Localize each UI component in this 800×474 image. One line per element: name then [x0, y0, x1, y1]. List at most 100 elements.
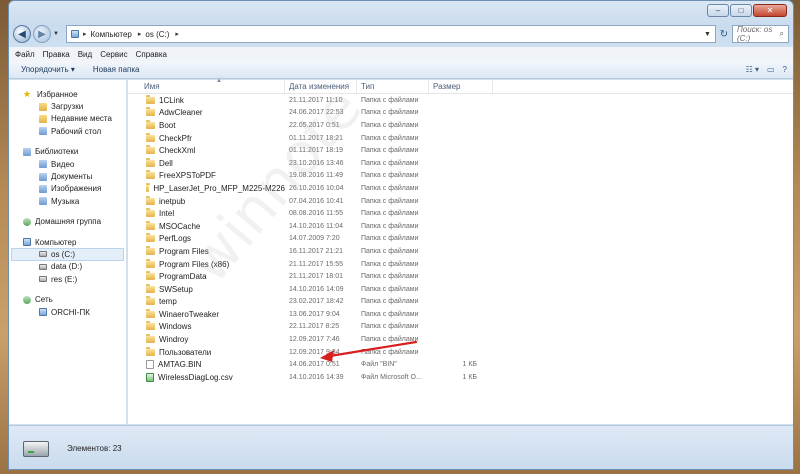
file-row[interactable]: Boot 22.05.2017 0:51 Папка с файлами	[128, 119, 793, 132]
address-chevron-icon[interactable]: ▸	[175, 30, 179, 38]
maximize-button[interactable]: □	[730, 4, 752, 17]
minimize-button[interactable]: –	[707, 4, 729, 17]
file-row[interactable]: HP_LaserJet_Pro_MFP_M225-M226 26.10.2016 …	[128, 182, 793, 195]
file-name-cell[interactable]: MSOCache	[128, 220, 285, 231]
file-name-cell[interactable]: Program Files (x86)	[128, 258, 285, 269]
help-icon[interactable]: ?	[783, 65, 787, 74]
back-button[interactable]: ◀	[13, 25, 31, 43]
address-segment-drive[interactable]: os (C:)	[145, 30, 169, 39]
nav-item-downloads[interactable]: Загрузки	[9, 100, 126, 112]
file-name-cell[interactable]: AMTAG.BIN	[128, 360, 285, 370]
file-name: Windroy	[159, 335, 189, 345]
file-name-cell[interactable]: Intel	[128, 208, 285, 218]
column-size[interactable]: Размер	[429, 79, 493, 94]
organize-button[interactable]: Упорядочить ▾	[21, 65, 75, 74]
nav-item-drive-d[interactable]: data (D:)	[9, 261, 126, 273]
nav-item-documents[interactable]: Документы	[9, 170, 126, 182]
nav-item-recent[interactable]: Недавние места	[9, 113, 126, 125]
close-button[interactable]: ✕	[753, 4, 787, 17]
file-row[interactable]: Windows 22.11.2017 8:25 Папка с файлами	[128, 321, 793, 334]
nav-computer[interactable]: Компьютер	[9, 236, 126, 248]
column-type[interactable]: Тип	[357, 79, 429, 94]
file-name-cell[interactable]: Windroy	[128, 334, 285, 345]
file-row[interactable]: 1CLink 21.11.2017 11:10 Папка с файлами	[128, 94, 793, 107]
menu-help[interactable]: Справка	[136, 50, 167, 59]
file-row[interactable]: Windroy 12.09.2017 7:46 Папка с файлами	[128, 333, 793, 346]
file-row[interactable]: PerfLogs 14.07.2009 7:20 Папка с файлами	[128, 233, 793, 246]
file-type: Папка с файлами	[361, 210, 419, 218]
file-row[interactable]: MSOCache 14.10.2016 11:04 Папка с файлами	[128, 220, 793, 233]
file-row[interactable]: Пользователи 12.09.2017 9:34 Папка с файла…	[128, 346, 793, 359]
nav-item-pictures[interactable]: Изображения	[9, 183, 126, 195]
file-name-cell[interactable]: AdwCleaner	[128, 107, 285, 117]
file-name-cell[interactable]: WinaeroTweaker	[128, 308, 285, 319]
menu-tools[interactable]: Сервис	[100, 50, 127, 59]
nav-network[interactable]: Сеть	[9, 293, 126, 305]
address-segment-computer[interactable]: Компьютер	[90, 30, 131, 39]
nav-item-video[interactable]: Видео	[9, 158, 126, 170]
file-name-cell[interactable]: FreeXPSToPDF	[128, 170, 285, 180]
refresh-button[interactable]: ↻	[716, 25, 732, 43]
address-chevron-icon[interactable]: ▸	[138, 30, 142, 38]
menu-view[interactable]: Вид	[78, 50, 92, 59]
file-name-cell[interactable]: Program Files	[128, 245, 285, 256]
file-name-cell[interactable]: SWSetup	[128, 283, 285, 294]
file-row[interactable]: Dell 23.10.2016 13:46 Папка с файлами	[128, 157, 793, 170]
file-row[interactable]: SWSetup 14.10.2016 14:09 Папка с файлами	[128, 283, 793, 296]
file-row[interactable]: WirelessDiagLog.csv 14.10.2016 14:39 Файл …	[128, 371, 793, 384]
preview-pane-icon[interactable]: ▭	[767, 65, 775, 74]
file-name-cell[interactable]: WirelessDiagLog.csv	[128, 372, 285, 382]
file-row[interactable]: Program Files 16.11.2017 21:21 Папка с фай…	[128, 245, 793, 258]
file-row[interactable]: Intel 08.08.2016 11:55 Папка с файлами	[128, 207, 793, 220]
nav-item-music[interactable]: Музыка	[9, 195, 126, 207]
file-type: Файл "BIN"	[361, 361, 397, 369]
address-bar[interactable]: ▸ Компьютер ▸ os (C:) ▸ ▼	[65, 25, 716, 43]
file-row[interactable]: temp 23.02.2017 18:42 Папка с файлами	[128, 296, 793, 309]
menu-edit[interactable]: Правка	[43, 50, 70, 59]
nav-libraries[interactable]: Библиотеки	[9, 146, 126, 158]
file-row[interactable]: CheckXml 01.11.2017 18:19 Папка с файлами	[128, 144, 793, 157]
file-name-cell[interactable]: Windows	[128, 321, 285, 332]
file-row[interactable]: ProgramData 21.11.2017 18:01 Папка с файла…	[128, 270, 793, 283]
nav-item-network-pc[interactable]: ORCHI-ПК	[9, 306, 126, 318]
file-name-cell[interactable]: 1CLink	[128, 94, 285, 105]
file-name-cell[interactable]: Dell	[128, 157, 285, 168]
file-name-cell[interactable]: CheckPfr	[128, 132, 285, 143]
file-name-cell[interactable]: ProgramData	[128, 271, 285, 281]
file-name-cell[interactable]: PerfLogs	[128, 233, 285, 243]
recent-pages-dropdown[interactable]: ▼	[53, 31, 59, 37]
nav-favorites[interactable]: ★ Избранное	[9, 88, 126, 100]
view-options-icon[interactable]: ☷ ▾	[746, 65, 759, 74]
file-name-cell[interactable]: temp	[128, 296, 285, 306]
file-row[interactable]: Program Files (x86) 21.11.2017 15:55 Папка…	[128, 258, 793, 271]
file-date: 14.06.2017 0:51	[289, 361, 340, 369]
address-dropdown-icon[interactable]: ▼	[704, 31, 711, 38]
file-name-cell[interactable]: Boot	[128, 119, 285, 130]
file-name-cell[interactable]: HP_LaserJet_Pro_MFP_M225-M226	[128, 182, 285, 193]
file-row[interactable]: inetpub 07.04.2016 10:41 Папка с файлами	[128, 195, 793, 208]
file-name: Windows	[159, 322, 192, 332]
file-row[interactable]: AMTAG.BIN 14.06.2017 0:51 Файл "BIN" 1 КБ	[128, 358, 793, 371]
forward-button[interactable]: ▶	[33, 25, 51, 43]
file-row[interactable]: AdwCleaner 24.06.2017 22:53 Папка с файлам…	[128, 107, 793, 120]
new-folder-button[interactable]: Новая папка	[93, 65, 140, 74]
nav-homegroup[interactable]: Домашняя группа	[9, 216, 126, 228]
menu-file[interactable]: Файл	[15, 50, 35, 59]
search-icon[interactable]: ⌕	[780, 29, 784, 39]
nav-item-drive-e[interactable]: res (E:)	[9, 273, 126, 285]
nav-item-drive-c[interactable]: os (C:)	[11, 248, 124, 261]
file-name-cell[interactable]: Пользователи	[128, 346, 285, 357]
file-row[interactable]: FreeXPSToPDF 19.08.2016 11:49 Папка с файл…	[128, 170, 793, 183]
file-name-cell[interactable]: inetpub	[128, 195, 285, 206]
column-name[interactable]: Имя	[128, 79, 285, 94]
search-input[interactable]: Поиск: os (C:) ⌕	[731, 25, 789, 43]
file-row[interactable]: WinaeroTweaker 13.06.2017 9:04 Папка с фай…	[128, 308, 793, 321]
file-row[interactable]: CheckPfr 01.11.2017 18:21 Папка с файлами	[128, 132, 793, 145]
address-chevron-icon[interactable]: ▸	[83, 30, 87, 38]
nav-item-desktop[interactable]: Рабочий стол	[9, 125, 126, 137]
file-name-cell[interactable]: CheckXml	[128, 145, 285, 155]
file-date: 13.06.2017 9:04	[289, 310, 340, 318]
column-date[interactable]: Дата изменения	[285, 79, 357, 94]
nav-label: res (E:)	[51, 274, 78, 284]
folder-icon	[146, 233, 155, 243]
